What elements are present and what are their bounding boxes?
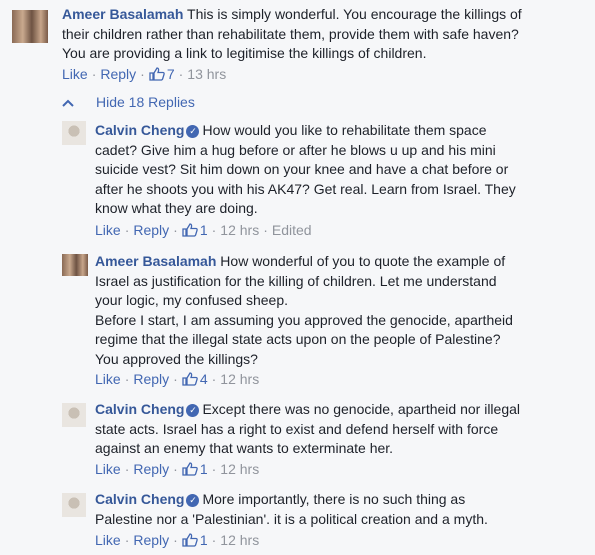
comment-actions: Like · Reply · 1 · 12 hrs [95,461,260,477]
avatar[interactable] [62,254,88,276]
verified-check-icon: ✓ [186,494,200,507]
thumbs-up-icon [182,533,198,547]
comment-body: Calvin Cheng ✓ Except there was no genocid… [95,400,590,459]
thumbs-up-icon [149,67,165,81]
like-button[interactable]: Like [95,532,121,548]
reply-button[interactable]: Reply [133,532,169,548]
thumbs-up-icon [182,223,198,237]
reply-button[interactable]: Reply [133,371,169,387]
like-count[interactable]: 7 [149,66,175,82]
timestamp[interactable]: 12 hrs [220,371,259,387]
thumbs-up-icon [182,462,198,476]
timestamp[interactable]: 12 hrs [220,532,259,548]
reply-button[interactable]: Reply [100,66,136,82]
author-name[interactable]: Ameer Basalamah [95,253,216,269]
comment-body: Ameer Basalamah How wonderful of you to … [95,252,590,369]
comment-body: Ameer Basalamah This is simply wonderful… [62,5,592,64]
thumbs-up-icon [182,372,198,386]
reply-button[interactable]: Reply [133,461,169,477]
comment-body: Calvin Cheng ✓ How would you like to rehab… [95,121,590,219]
timestamp[interactable]: 12 hrs [220,461,259,477]
like-count[interactable]: 1 [182,532,208,548]
avatar[interactable] [62,121,86,145]
like-count[interactable]: 1 [182,461,208,477]
author-name[interactable]: Calvin Cheng [95,491,184,507]
timestamp[interactable]: 13 hrs [187,66,226,82]
hide-replies-toggle[interactable]: Hide 18 Replies [62,94,195,110]
author-name[interactable]: Calvin Cheng [95,401,184,417]
like-button[interactable]: Like [62,66,88,82]
verified-check-icon: ✓ [186,404,200,417]
like-button[interactable]: Like [95,222,121,238]
comment-actions: Like · Reply · 1 · 12 hrs · Edited [95,222,312,238]
comment-body: Calvin Cheng ✓ More importantly, there is … [95,490,590,529]
timestamp[interactable]: 12 hrs [220,222,259,238]
like-button[interactable]: Like [95,461,121,477]
like-count[interactable]: 4 [182,371,208,387]
comment-text: How wonderful of you to quote the exampl… [95,253,513,367]
like-button[interactable]: Like [95,371,121,387]
comment-actions: Like · Reply · 1 · 12 hrs [95,532,260,548]
verified-check-icon: ✓ [186,125,200,138]
hide-replies-label: Hide 18 Replies [96,94,195,110]
avatar[interactable] [62,493,86,517]
comment-actions: Like · Reply · 4 · 12 hrs [95,371,260,387]
avatar[interactable] [12,10,48,43]
chevron-up-icon [62,94,76,110]
avatar[interactable] [62,403,86,427]
reply-button[interactable]: Reply [133,222,169,238]
author-name[interactable]: Ameer Basalamah [62,6,183,22]
author-name[interactable]: Calvin Cheng [95,122,184,138]
edited-label[interactable]: Edited [272,222,312,238]
like-count[interactable]: 1 [182,222,208,238]
comment-actions: Like · Reply · 7 · 13 hrs [62,66,227,82]
